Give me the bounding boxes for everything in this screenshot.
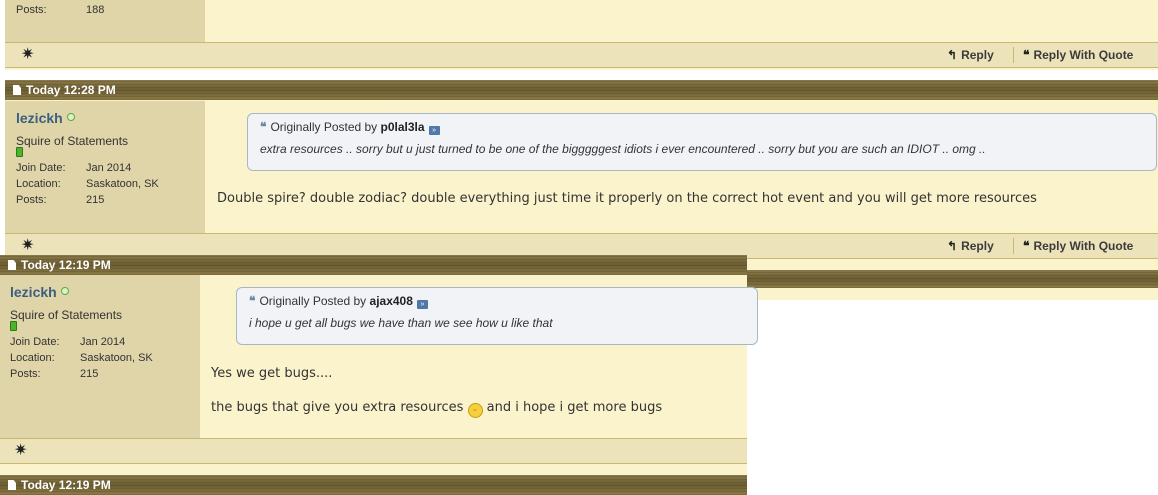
username-link[interactable]: lezickh — [10, 284, 69, 300]
post-header: Today 12:28 PM — [5, 80, 1158, 100]
footer-divider — [1013, 238, 1014, 254]
quote-author: p0lal3la — [380, 120, 425, 134]
user-info-panel: lezickh Squire of Statements Join Date: … — [0, 275, 200, 438]
reply-arrow-icon: ↰ — [947, 239, 958, 253]
quote-author: ajax408 — [369, 294, 413, 308]
quote-bubble-icon: ❝ — [1023, 239, 1030, 253]
reply-with-quote-button[interactable]: ❝ Reply With Quote — [1023, 47, 1133, 63]
post-message-line-2: the bugs that give you extra resources ᵕ… — [211, 400, 662, 418]
post-header: Today 12:19 PM — [0, 475, 747, 495]
post-message: Double spire? double zodiac? double ever… — [217, 191, 1037, 206]
footer-divider — [1013, 47, 1014, 63]
quote-marks-icon: ❝ — [260, 120, 267, 134]
user-title: Squire of Statements — [16, 134, 129, 148]
quote-text: extra resources .. sorry but u just turn… — [260, 142, 986, 156]
front-layer: Today 12:19 PM lezickh Squire of Stateme… — [0, 255, 758, 495]
online-status-icon — [66, 113, 75, 121]
post-timestamp: Today 12:19 PM — [21, 258, 111, 272]
post-timestamp: Today 12:28 PM — [26, 83, 116, 97]
post-options-icon[interactable]: ✷ — [21, 47, 34, 63]
post-options-icon[interactable]: ✷ — [14, 443, 27, 459]
post-footer: ✷ ↰ Reply ❝ Reply With Quote — [5, 42, 1158, 68]
quote-header: ❝ Originally Posted by ajax408» — [249, 294, 428, 309]
quote-text: i hope u get all bugs we have than we se… — [249, 316, 553, 330]
smiley-icon: ᵕ — [467, 403, 483, 418]
quote-block: ❝ Originally Posted by ajax408» i hope u … — [236, 287, 758, 345]
reputation-icon — [10, 321, 17, 331]
quote-block: ❝ Originally Posted by p0lal3la» extra re… — [247, 113, 1157, 171]
username-link[interactable]: lezickh — [16, 110, 75, 126]
top-post-sidebar: Posts: 188 — [5, 0, 205, 42]
user-title: Squire of Statements — [10, 308, 123, 322]
post-header: Today 12:19 PM — [0, 255, 747, 275]
post-message-line-1: Yes we get bugs.... — [211, 366, 333, 381]
quote-marks-icon: ❝ — [249, 294, 256, 308]
post-document-icon — [13, 85, 21, 95]
reply-with-quote-button[interactable]: ❝ Reply With Quote — [1023, 238, 1133, 254]
post-timestamp: Today 12:19 PM — [21, 478, 111, 492]
quote-bubble-icon: ❝ — [1023, 48, 1030, 62]
post-options-icon[interactable]: ✷ — [21, 238, 34, 254]
view-post-icon[interactable]: » — [428, 126, 440, 135]
view-post-icon[interactable]: » — [416, 300, 428, 309]
quote-header: ❝ Originally Posted by p0lal3la» — [260, 120, 440, 135]
reply-button[interactable]: ↰ Reply — [947, 238, 994, 254]
reply-button[interactable]: ↰ Reply — [947, 47, 994, 63]
reply-arrow-icon: ↰ — [947, 48, 958, 62]
post-document-icon — [8, 260, 16, 270]
user-info-panel: lezickh Squire of Statements Join Date: … — [5, 101, 205, 233]
reputation-icon — [16, 147, 23, 157]
online-status-icon — [60, 287, 69, 295]
top-post: Posts: 188 ✷ ↰ Reply ❝ Reply With Quote — [5, 0, 1158, 70]
post-document-icon — [8, 480, 16, 490]
post-footer: ✷ — [0, 438, 747, 464]
